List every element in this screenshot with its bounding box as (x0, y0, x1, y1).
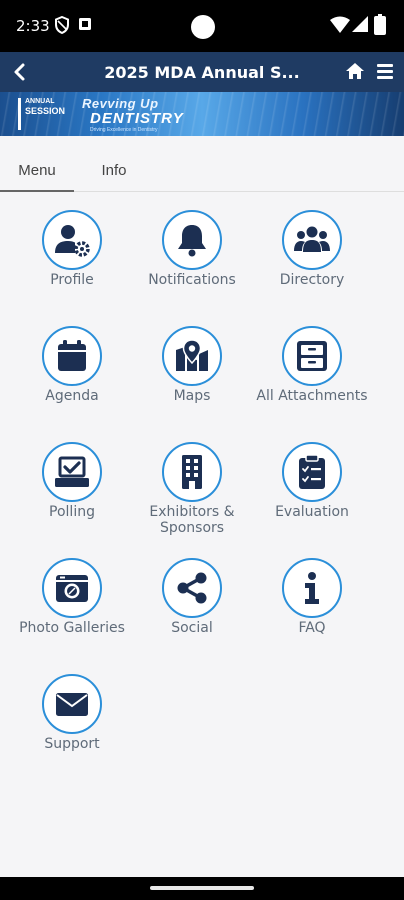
event-banner: ANNUAL SESSION Revving Up DENTISTRY Driv… (0, 92, 404, 136)
camera-cutout (191, 15, 215, 39)
hamburger-menu-icon[interactable] (374, 60, 396, 82)
wifi-icon (330, 16, 350, 33)
menu-item-support[interactable]: Support (12, 672, 132, 782)
home-icon[interactable] (344, 60, 366, 82)
menu-item-evaluation[interactable]: Evaluation (252, 440, 372, 550)
tab-bar: Menu Info (0, 136, 404, 192)
menu-item-label: Notifications (148, 272, 236, 288)
active-tab-indicator (0, 190, 74, 192)
menu-item-label: Support (44, 736, 100, 752)
banner-subtext: Driving Excellence in Dentistry (90, 127, 158, 133)
menu-item-social[interactable]: Social (132, 556, 252, 666)
menu-item-label: FAQ (298, 620, 326, 636)
envelope-icon (56, 693, 88, 716)
menu-item-maps[interactable]: Maps (132, 324, 252, 434)
notification-status-icon (79, 18, 91, 30)
menu-item-label: Maps (173, 388, 211, 404)
menu-item-label: Photo Galleries (19, 620, 125, 636)
menu-item-label: Social (171, 620, 213, 636)
file-cabinet-icon (297, 341, 327, 371)
calendar-icon (58, 340, 86, 371)
shield-status-icon (55, 16, 69, 34)
signal-icon (352, 16, 368, 32)
menu-item-label: Evaluation (275, 504, 349, 520)
tab-info[interactable]: Info (80, 136, 148, 192)
menu-item-all-attachments[interactable]: All Attachments (252, 324, 372, 434)
profile-gear-icon (55, 225, 90, 257)
menu-item-faq[interactable]: FAQ (252, 556, 372, 666)
menu-item-polling[interactable]: Polling (12, 440, 132, 550)
camera-icon (56, 575, 88, 602)
menu-item-label: Directory (279, 272, 345, 288)
banner-headline: DENTISTRY (90, 110, 184, 127)
menu-item-label: Agenda (45, 388, 99, 404)
ballot-box-icon (55, 456, 89, 487)
app-bar: 2025 MDA Annual S... (0, 52, 404, 92)
share-icon (177, 572, 207, 604)
menu-item-label: Profile (50, 272, 94, 288)
menu-item-notifications[interactable]: Notifications (132, 208, 252, 318)
building-icon (182, 455, 202, 489)
annual-session-logo: ANNUAL SESSION (18, 98, 66, 130)
map-pin-icon (176, 339, 208, 371)
status-bar: 2:33 (0, 0, 404, 52)
bell-icon (178, 225, 206, 257)
menu-item-label: All Attachments (256, 388, 368, 404)
info-icon (305, 572, 319, 604)
menu-item-photo-galleries[interactable]: Photo Galleries (12, 556, 132, 666)
menu-item-exhibitors-sponsors[interactable]: Exhibitors & Sponsors (132, 440, 252, 550)
banner-script-text: Revving Up (82, 96, 159, 111)
home-gesture-handle[interactable] (150, 886, 254, 890)
menu-item-profile[interactable]: Profile (12, 208, 132, 318)
menu-item-agenda[interactable]: Agenda (12, 324, 132, 434)
tab-menu[interactable]: Menu (0, 136, 74, 192)
menu-item-directory[interactable]: Directory (252, 208, 372, 318)
menu-item-label: Polling (49, 504, 95, 520)
people-group-icon (294, 226, 330, 252)
menu-item-label: Exhibitors & Sponsors (149, 504, 235, 536)
battery-icon (374, 14, 386, 35)
system-navigation-bar (0, 877, 404, 900)
clipboard-check-icon (299, 454, 325, 489)
status-time: 2:33 (16, 17, 50, 35)
